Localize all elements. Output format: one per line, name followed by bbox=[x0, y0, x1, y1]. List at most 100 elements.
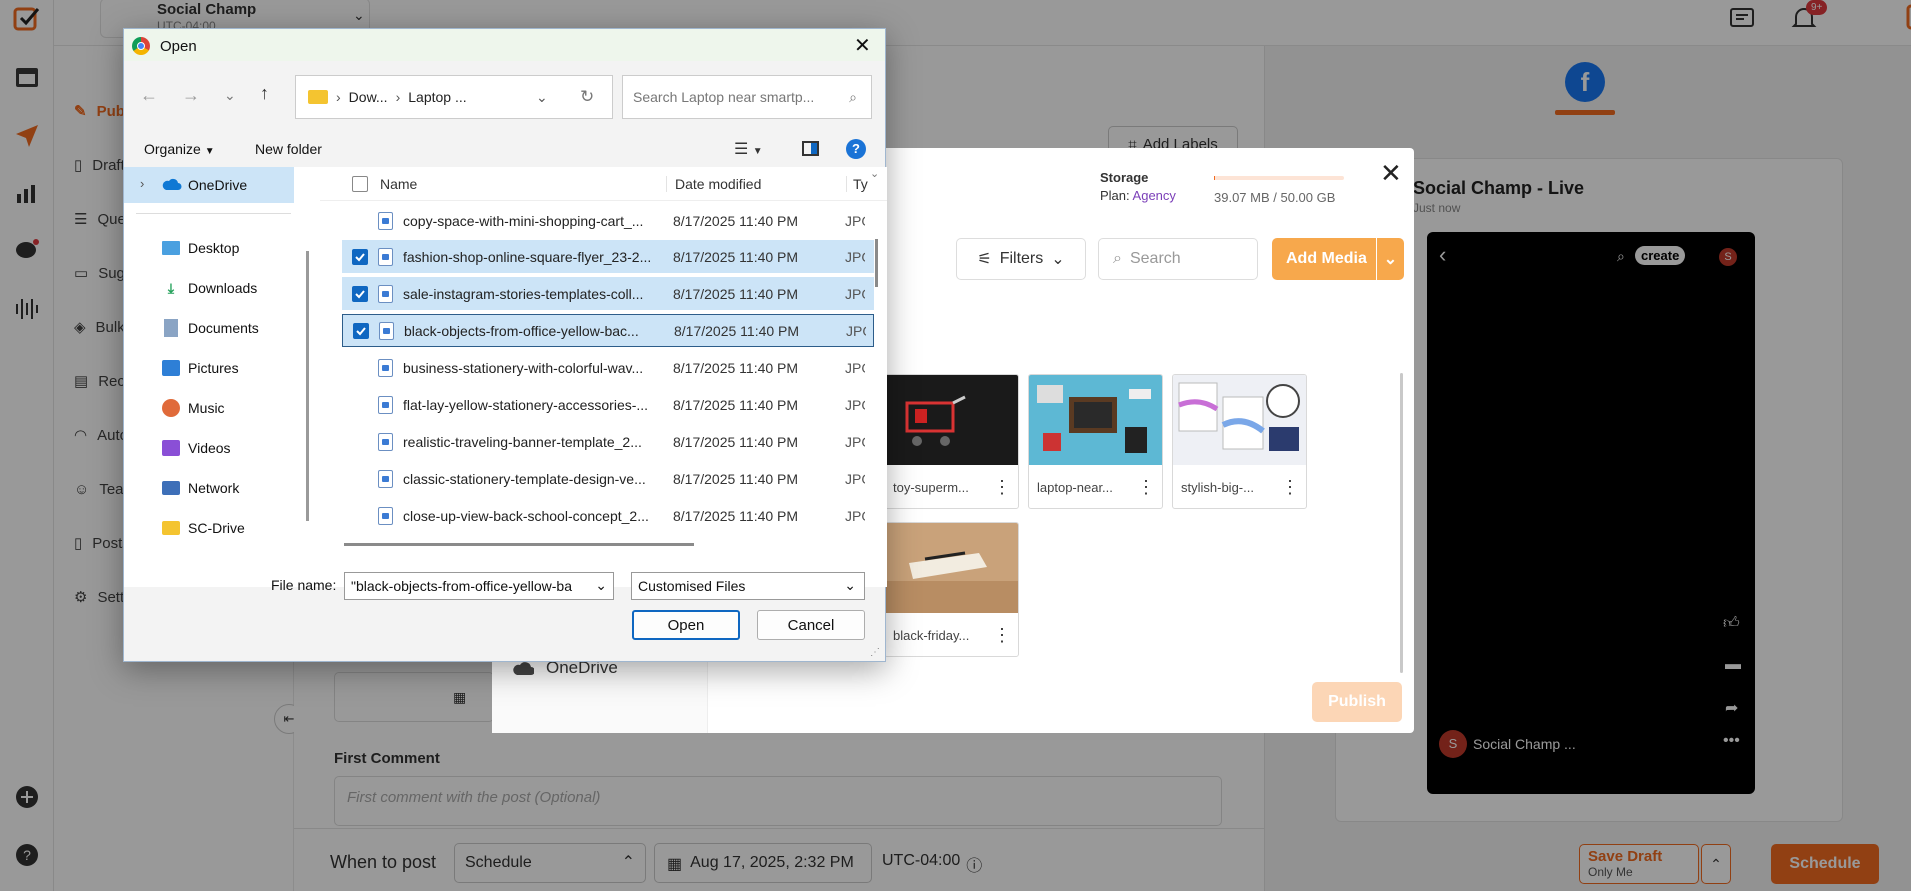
plan-line: Plan: Agency bbox=[1100, 188, 1176, 203]
documents-icon bbox=[164, 319, 178, 337]
more-vertical-icon[interactable]: ⋮ bbox=[1137, 477, 1155, 498]
storage-used: 39.07 MB / 50.00 GB bbox=[1214, 190, 1336, 205]
media-search-input[interactable]: ⌕ Search bbox=[1098, 238, 1258, 280]
image-file-icon bbox=[378, 284, 393, 303]
preview-pane-icon[interactable] bbox=[802, 141, 819, 156]
up-arrow-icon[interactable]: ↑ bbox=[260, 83, 269, 104]
file-list-hscrollbar[interactable] bbox=[344, 543, 694, 546]
media-thumbnail bbox=[885, 375, 1018, 465]
file-name-label: File name: bbox=[271, 577, 337, 593]
chrome-icon bbox=[132, 37, 150, 55]
close-icon[interactable]: ✕ bbox=[1380, 158, 1402, 189]
image-file-icon bbox=[378, 358, 393, 377]
folder-icon bbox=[162, 521, 180, 535]
nav-scrollbar[interactable] bbox=[306, 251, 309, 521]
chevron-down-icon: ⌄ bbox=[1051, 251, 1065, 268]
sliders-icon: ⚟ bbox=[977, 251, 992, 268]
file-row[interactable]: business-stationery-with-colorful-wav...… bbox=[342, 351, 874, 384]
onedrive-cloud-icon bbox=[162, 178, 182, 190]
media-card[interactable]: toy-superm... ⋮ bbox=[884, 374, 1019, 509]
media-thumbnail bbox=[1173, 375, 1306, 465]
cancel-button[interactable]: Cancel bbox=[757, 610, 865, 640]
file-row[interactable]: black-objects-from-office-yellow-bac... 8… bbox=[342, 314, 874, 347]
checkbox[interactable] bbox=[352, 248, 368, 265]
file-list-header: Name Date modified Ty ⌄ bbox=[320, 167, 887, 201]
dialog-title: Open bbox=[160, 38, 197, 55]
column-type[interactable]: Ty bbox=[846, 175, 868, 192]
resize-grip-icon[interactable]: ⋰ bbox=[870, 647, 880, 658]
search-icon: ⌕ bbox=[1113, 250, 1122, 267]
file-row[interactable]: sale-instagram-stories-templates-coll...… bbox=[342, 277, 874, 310]
image-file-icon bbox=[378, 395, 393, 414]
media-card[interactable]: stylish-big-... ⋮ bbox=[1172, 374, 1307, 509]
chevron-right-icon: › bbox=[140, 176, 145, 191]
back-arrow-icon[interactable]: ← bbox=[140, 85, 158, 106]
forward-arrow-icon[interactable]: → bbox=[182, 85, 200, 106]
image-file-icon bbox=[378, 247, 393, 266]
media-scrollbar[interactable] bbox=[1400, 373, 1403, 673]
breadcrumb-folder[interactable]: Laptop ... bbox=[408, 89, 466, 105]
filters-button[interactable]: ⚟ Filters ⌄ bbox=[956, 238, 1086, 280]
file-name-input[interactable]: "black-objects-from-office-yellow-ba ⌄ bbox=[344, 572, 614, 600]
close-icon[interactable]: ✕ bbox=[854, 33, 871, 58]
image-file-icon bbox=[378, 506, 393, 525]
checkbox[interactable] bbox=[353, 322, 369, 339]
column-name[interactable]: Name bbox=[380, 176, 666, 192]
storage-bar-fill bbox=[1214, 176, 1215, 180]
chevron-right-icon: › bbox=[336, 89, 341, 105]
divider bbox=[136, 213, 291, 214]
chevron-down-icon[interactable]: ⌄ bbox=[536, 89, 548, 106]
address-bar[interactable]: › Dow... › Laptop ... ⌄ ↻ bbox=[295, 75, 613, 119]
videos-icon bbox=[162, 440, 180, 456]
dialog-search-input[interactable]: Search Laptop near smartp... ⌕ bbox=[622, 75, 872, 119]
tree-item-onedrive[interactable]: › OneDrive bbox=[124, 167, 294, 203]
organize-menu[interactable]: Organize ▼ bbox=[144, 141, 215, 157]
new-folder-button[interactable]: New folder bbox=[255, 141, 322, 157]
chevron-down-icon[interactable]: ⌄ bbox=[1376, 238, 1404, 280]
more-vertical-icon[interactable]: ⋮ bbox=[1281, 477, 1299, 498]
help-icon[interactable]: ? bbox=[846, 139, 866, 159]
file-row[interactable]: close-up-view-back-school-concept_2... 8/… bbox=[342, 499, 874, 532]
onedrive-cloud-icon bbox=[513, 662, 534, 675]
caret-down-icon: ▼ bbox=[204, 146, 215, 157]
file-row[interactable]: copy-space-with-mini-shopping-cart_... 8/… bbox=[342, 204, 874, 237]
chevron-down-icon: ⌄ bbox=[844, 577, 856, 593]
desktop-icon bbox=[162, 241, 180, 255]
media-thumbnail bbox=[885, 523, 1018, 613]
select-all-checkbox[interactable] bbox=[352, 175, 368, 192]
media-thumbnail bbox=[1029, 375, 1162, 465]
chevron-down-icon[interactable]: ⌄ bbox=[591, 577, 607, 594]
search-icon: ⌕ bbox=[849, 88, 857, 105]
image-file-icon bbox=[378, 211, 393, 230]
file-row[interactable]: classic-stationery-template-design-ve...… bbox=[342, 462, 874, 495]
storage-title: Storage bbox=[1100, 170, 1149, 185]
view-options-icon[interactable]: ☰ ▼ bbox=[734, 139, 763, 159]
file-row[interactable]: flat-lay-yellow-stationery-accessories-.… bbox=[342, 388, 874, 421]
open-button[interactable]: Open bbox=[632, 610, 740, 640]
image-file-icon bbox=[379, 321, 394, 340]
media-card[interactable]: black-friday... ⋮ bbox=[884, 522, 1019, 657]
refresh-icon[interactable]: ↻ bbox=[580, 87, 594, 107]
music-icon bbox=[162, 399, 180, 417]
network-icon bbox=[162, 481, 180, 495]
file-list-vscrollbar[interactable] bbox=[875, 239, 878, 287]
file-open-dialog: Open ✕ ← → ⌄ ↑ › Dow... › Laptop ... ⌄ ↻… bbox=[123, 28, 887, 662]
download-icon: ⤓ bbox=[167, 279, 175, 296]
sort-caret-icon: ⌄ bbox=[870, 168, 880, 180]
dialog-titlebar: Open ✕ bbox=[124, 29, 885, 61]
column-date-modified[interactable]: Date modified bbox=[666, 175, 846, 192]
add-media-button[interactable]: Add Media ⌄ bbox=[1272, 238, 1404, 280]
image-file-icon bbox=[378, 469, 393, 488]
recent-locations-icon[interactable]: ⌄ bbox=[224, 87, 236, 104]
chevron-right-icon: › bbox=[395, 89, 401, 105]
publish-button[interactable]: Publish bbox=[1312, 682, 1402, 722]
more-vertical-icon[interactable]: ⋮ bbox=[993, 625, 1011, 646]
file-row[interactable]: realistic-traveling-banner-template_2...… bbox=[342, 425, 874, 458]
more-vertical-icon[interactable]: ⋮ bbox=[993, 477, 1011, 498]
file-row[interactable]: fashion-shop-online-square-flyer_23-2...… bbox=[342, 240, 874, 273]
media-card[interactable]: laptop-near... ⋮ bbox=[1028, 374, 1163, 509]
breadcrumb-downloads[interactable]: Dow... bbox=[349, 89, 388, 105]
file-type-select[interactable]: Customised Files ⌄ bbox=[631, 572, 865, 600]
image-file-icon bbox=[378, 432, 393, 451]
checkbox[interactable] bbox=[352, 285, 368, 302]
